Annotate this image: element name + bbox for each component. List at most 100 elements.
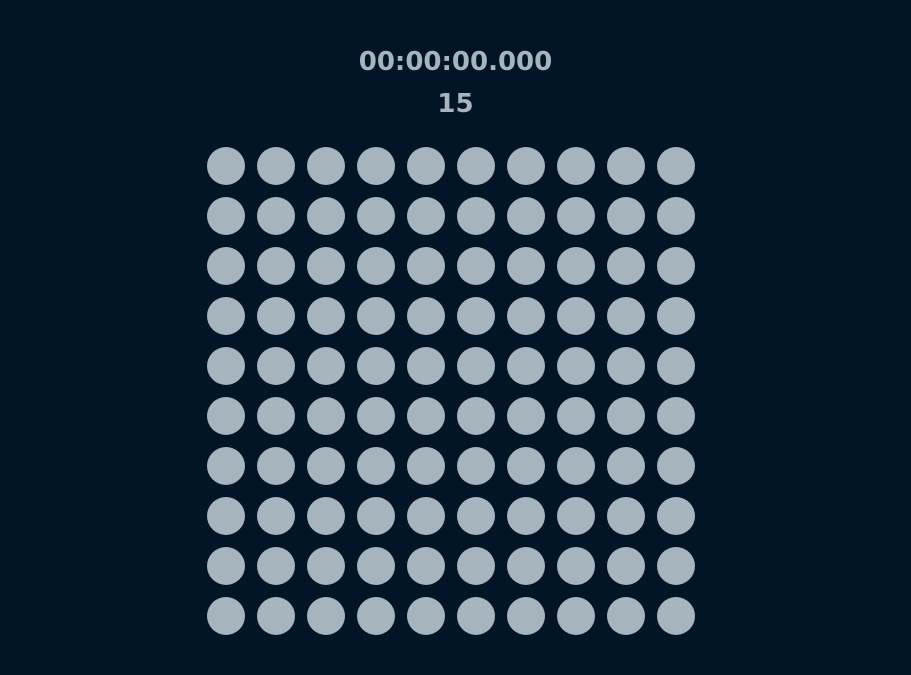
grid-dot[interactable]	[507, 147, 545, 185]
grid-dot[interactable]	[307, 347, 345, 385]
grid-dot[interactable]	[407, 297, 445, 335]
grid-dot[interactable]	[457, 247, 495, 285]
grid-dot[interactable]	[557, 247, 595, 285]
grid-dot[interactable]	[257, 597, 295, 635]
grid-dot[interactable]	[557, 597, 595, 635]
grid-dot[interactable]	[307, 247, 345, 285]
grid-dot[interactable]	[607, 397, 645, 435]
grid-dot[interactable]	[457, 297, 495, 335]
grid-dot[interactable]	[307, 397, 345, 435]
grid-dot[interactable]	[407, 447, 445, 485]
grid-dot[interactable]	[607, 247, 645, 285]
grid-dot[interactable]	[657, 447, 695, 485]
grid-dot[interactable]	[207, 247, 245, 285]
grid-dot[interactable]	[257, 297, 295, 335]
grid-dot[interactable]	[357, 247, 395, 285]
grid-dot[interactable]	[357, 547, 395, 585]
grid-dot[interactable]	[457, 397, 495, 435]
grid-dot[interactable]	[557, 147, 595, 185]
grid-dot[interactable]	[557, 547, 595, 585]
grid-dot[interactable]	[207, 147, 245, 185]
grid-dot[interactable]	[307, 447, 345, 485]
grid-dot[interactable]	[257, 147, 295, 185]
grid-dot[interactable]	[357, 397, 395, 435]
grid-dot[interactable]	[607, 347, 645, 385]
grid-dot[interactable]	[457, 197, 495, 235]
grid-dot[interactable]	[357, 447, 395, 485]
grid-dot[interactable]	[657, 397, 695, 435]
grid-dot[interactable]	[607, 147, 645, 185]
grid-dot[interactable]	[357, 347, 395, 385]
grid-dot[interactable]	[207, 547, 245, 585]
grid-dot[interactable]	[507, 547, 545, 585]
grid-dot[interactable]	[257, 347, 295, 385]
grid-dot[interactable]	[257, 497, 295, 535]
grid-dot[interactable]	[657, 347, 695, 385]
grid-dot[interactable]	[557, 297, 595, 335]
grid-dot[interactable]	[257, 447, 295, 485]
grid-dot[interactable]	[457, 147, 495, 185]
grid-dot[interactable]	[507, 347, 545, 385]
grid-dot[interactable]	[207, 297, 245, 335]
grid-dot[interactable]	[307, 547, 345, 585]
grid-dot[interactable]	[457, 597, 495, 635]
grid-dot[interactable]	[407, 547, 445, 585]
grid-dot[interactable]	[357, 597, 395, 635]
grid-dot[interactable]	[457, 347, 495, 385]
grid-dot[interactable]	[307, 297, 345, 335]
grid-dot[interactable]	[357, 147, 395, 185]
grid-dot[interactable]	[207, 497, 245, 535]
grid-dot[interactable]	[507, 397, 545, 435]
grid-dot[interactable]	[657, 247, 695, 285]
grid-dot[interactable]	[207, 447, 245, 485]
grid-dot[interactable]	[607, 447, 645, 485]
grid-dot[interactable]	[457, 447, 495, 485]
grid-dot[interactable]	[607, 297, 645, 335]
grid-dot[interactable]	[257, 547, 295, 585]
grid-dot[interactable]	[507, 497, 545, 535]
grid-dot[interactable]	[557, 197, 595, 235]
grid-dot[interactable]	[557, 497, 595, 535]
grid-dot[interactable]	[407, 597, 445, 635]
grid-dot[interactable]	[557, 447, 595, 485]
grid-dot[interactable]	[257, 247, 295, 285]
grid-dot[interactable]	[657, 497, 695, 535]
grid-dot[interactable]	[307, 197, 345, 235]
grid-dot[interactable]	[657, 147, 695, 185]
grid-dot[interactable]	[657, 197, 695, 235]
grid-dot[interactable]	[607, 497, 645, 535]
grid-dot[interactable]	[257, 397, 295, 435]
grid-dot[interactable]	[507, 597, 545, 635]
grid-dot[interactable]	[507, 447, 545, 485]
grid-dot[interactable]	[407, 347, 445, 385]
grid-dot[interactable]	[307, 497, 345, 535]
grid-dot[interactable]	[307, 597, 345, 635]
grid-dot[interactable]	[657, 597, 695, 635]
grid-dot[interactable]	[307, 147, 345, 185]
grid-dot[interactable]	[407, 147, 445, 185]
grid-dot[interactable]	[607, 197, 645, 235]
grid-dot[interactable]	[557, 397, 595, 435]
grid-dot[interactable]	[357, 497, 395, 535]
grid-dot[interactable]	[207, 597, 245, 635]
grid-dot[interactable]	[607, 547, 645, 585]
grid-dot[interactable]	[207, 197, 245, 235]
grid-dot[interactable]	[257, 197, 295, 235]
grid-dot[interactable]	[557, 347, 595, 385]
grid-dot[interactable]	[607, 597, 645, 635]
grid-dot[interactable]	[457, 497, 495, 535]
grid-dot[interactable]	[357, 297, 395, 335]
grid-dot[interactable]	[407, 497, 445, 535]
grid-dot[interactable]	[207, 397, 245, 435]
grid-dot[interactable]	[407, 397, 445, 435]
grid-dot[interactable]	[407, 247, 445, 285]
grid-dot[interactable]	[657, 547, 695, 585]
grid-dot[interactable]	[507, 297, 545, 335]
grid-dot[interactable]	[207, 347, 245, 385]
grid-dot[interactable]	[507, 197, 545, 235]
grid-dot[interactable]	[407, 197, 445, 235]
grid-dot[interactable]	[507, 247, 545, 285]
grid-dot[interactable]	[457, 547, 495, 585]
grid-dot[interactable]	[357, 197, 395, 235]
grid-dot[interactable]	[657, 297, 695, 335]
